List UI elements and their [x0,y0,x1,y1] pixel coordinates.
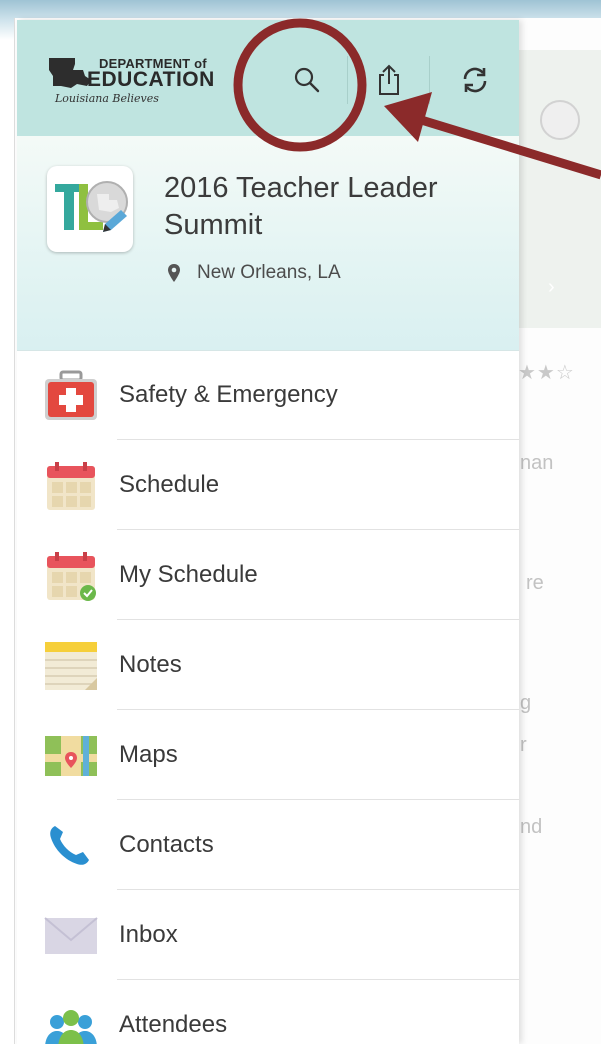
background-rating-stars: ★★☆ [518,362,575,384]
share-icon [379,64,399,95]
logo-text-education: EDUCATION [87,68,215,91]
first-aid-kit-icon [45,370,97,420]
calendar-check-icon [47,552,96,601]
map-icon [45,736,97,776]
menu-item-notes[interactable]: Notes [17,620,519,710]
background-text-fragment: nan [520,452,554,474]
logo-text-tagline: Louisiana Believes [55,92,159,105]
menu-item-label: Attendees [119,1011,228,1038]
background-text-fragment: r [520,734,527,756]
event-location: New Orleans, LA [167,262,341,284]
search-button[interactable] [285,58,329,102]
menu-item-inbox[interactable]: Inbox [17,890,519,980]
menu-item-label: Maps [119,741,178,768]
event-header: 2016 Teacher Leader Summit New Orleans, … [17,136,519,351]
background-avatar [540,100,580,140]
menu-item-schedule[interactable]: Schedule [17,440,519,530]
event-location-label: New Orleans, LA [197,262,341,283]
menu-item-label: Notes [119,651,182,678]
menu-item-my-schedule[interactable]: My Schedule [17,530,519,620]
menu-item-attendees[interactable]: Attendees [17,980,519,1044]
toolbar-separator [347,56,348,104]
share-button[interactable] [367,58,411,102]
menu-item-contacts[interactable]: Contacts [17,800,519,890]
menu-item-safety-emergency[interactable]: Safety & Emergency [17,350,519,440]
menu-item-label: Inbox [119,921,178,948]
background-text-fragment: re [526,572,544,594]
menu-item-label: Contacts [119,831,214,858]
background-text-fragment: g [520,692,532,714]
menu-item-label: Schedule [119,471,220,498]
notepad-icon [45,642,97,690]
people-icon [45,1010,97,1044]
search-icon [294,67,320,93]
menu-item-maps[interactable]: Maps [17,710,519,800]
background-chevron-right-icon: › [548,276,555,298]
background-text-fragment: nd [520,816,543,838]
menu-item-label: Safety & Emergency [119,381,338,408]
side-drawer: DEPARTMENT of EDUCATION Louisiana Believ… [17,20,519,1044]
drawer-menu: Safety & Emergency Schedule My Schedule … [17,350,519,1044]
calendar-icon [47,462,95,510]
event-app-icon [47,166,133,252]
toolbar-separator [429,56,430,104]
refresh-button[interactable] [453,58,497,102]
event-title: 2016 Teacher Leader Summit [164,172,438,241]
envelope-icon [44,917,98,954]
drawer-toolbar: DEPARTMENT of EDUCATION Louisiana Believ… [17,20,519,136]
phone-icon [50,826,89,865]
menu-item-label: My Schedule [119,561,258,588]
refresh-icon [463,67,487,93]
location-pin-icon [168,264,180,282]
department-of-education-logo: DEPARTMENT of EDUCATION Louisiana Believ… [47,56,215,108]
